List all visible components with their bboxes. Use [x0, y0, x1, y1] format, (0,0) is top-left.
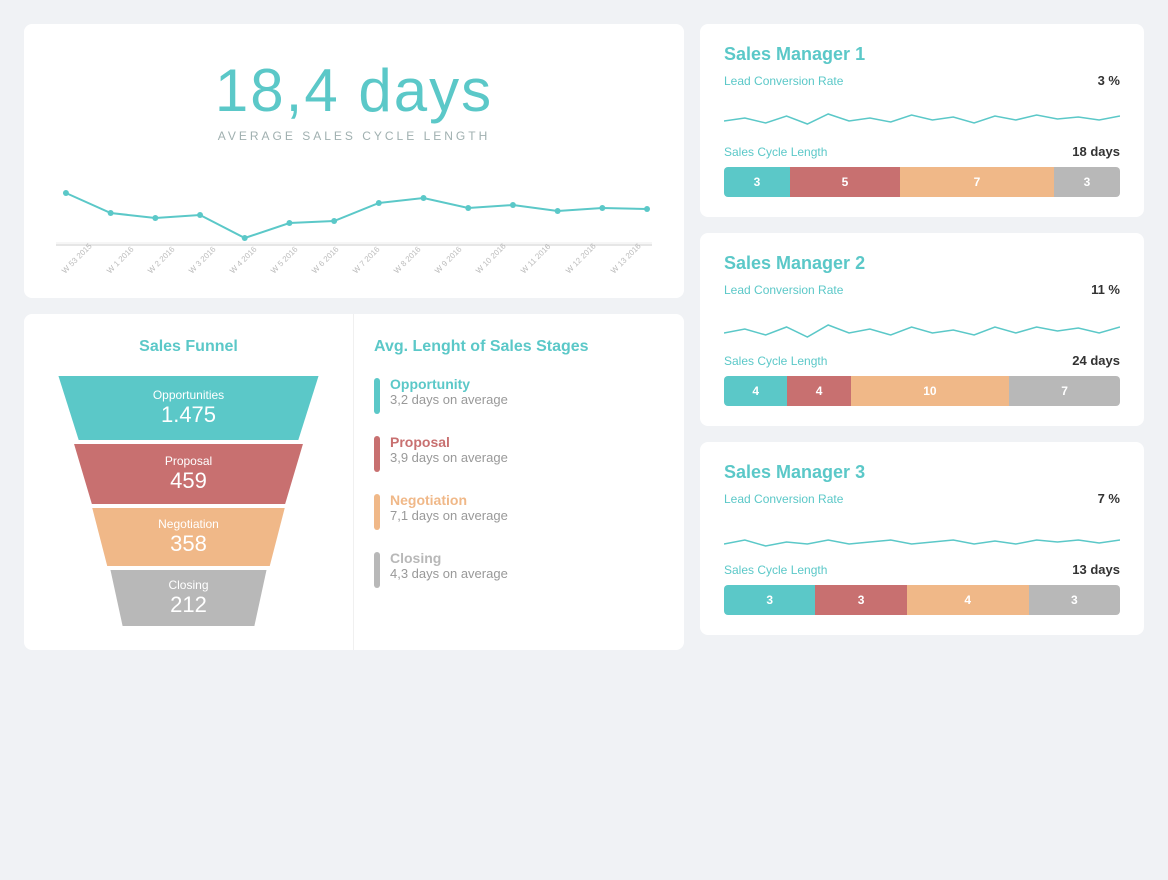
funnel-title: Sales Funnel	[44, 338, 333, 356]
manager-2-stacked-bar: 4 4 10 7	[724, 376, 1120, 406]
bar-seg-3-opp: 3	[724, 585, 815, 615]
managers-column: Sales Manager 1 Lead Conversion Rate 3 %…	[700, 24, 1144, 650]
stage-indicator-closing	[374, 552, 380, 588]
manager-3-card: Sales Manager 3 Lead Conversion Rate 7 %…	[700, 442, 1144, 635]
stage-indicator-negotiation	[374, 494, 380, 530]
manager-3-scl-row: Sales Cycle Length 13 days	[724, 562, 1120, 577]
bar-seg-2-opp: 4	[724, 376, 787, 406]
stage-indicator-opportunity	[374, 378, 380, 414]
manager-2-lcr-value: 11 %	[1091, 282, 1120, 297]
stage-item-opportunity: Opportunity 3,2 days on average	[374, 376, 664, 414]
avg-stages-title: Avg. Lenght of Sales Stages	[374, 338, 664, 356]
bar-seg-1-neg: 7	[900, 167, 1054, 197]
bar-seg-3-neg: 4	[907, 585, 1029, 615]
manager-3-lcr-label: Lead Conversion Rate	[724, 492, 843, 506]
manager-2-scl-value: 24 days	[1072, 353, 1120, 368]
stage-indicator-proposal	[374, 436, 380, 472]
manager-1-stacked-bar: 3 5 7 3	[724, 167, 1120, 197]
manager-2-sparkline	[724, 305, 1120, 345]
bar-seg-2-clos: 7	[1009, 376, 1120, 406]
funnel-step-closing: Closing 212	[102, 570, 275, 626]
bar-seg-2-neg: 10	[851, 376, 1009, 406]
stage-item-closing: Closing 4,3 days on average	[374, 550, 664, 588]
bar-seg-1-opp: 3	[724, 167, 790, 197]
avg-cycle-label: AVERAGE SALES CYCLE LENGTH	[56, 129, 652, 143]
manager-2-scl-row: Sales Cycle Length 24 days	[724, 353, 1120, 368]
bar-seg-3-prop: 3	[815, 585, 906, 615]
manager-1-lcr-row: Lead Conversion Rate 3 %	[724, 73, 1120, 88]
x-axis-labels: W 53 2015 W 1 2016 W 2 2016 W 3 2016 W 4…	[56, 269, 652, 278]
manager-3-title: Sales Manager 3	[724, 462, 1120, 483]
manager-1-card: Sales Manager 1 Lead Conversion Rate 3 %…	[700, 24, 1144, 217]
stage-item-negotiation: Negotiation 7,1 days on average	[374, 492, 664, 530]
bottom-left-card: Sales Funnel Opportunities 1.475 Proposa…	[24, 314, 684, 650]
manager-3-lcr-value: 7 %	[1098, 491, 1120, 506]
manager-2-scl-label: Sales Cycle Length	[724, 354, 827, 368]
avg-stages-section: Avg. Lenght of Sales Stages Opportunity …	[354, 314, 684, 650]
manager-1-lcr-value: 3 %	[1098, 73, 1120, 88]
bar-seg-1-clos: 3	[1054, 167, 1120, 197]
manager-1-lcr-label: Lead Conversion Rate	[724, 74, 843, 88]
stage-item-proposal: Proposal 3,9 days on average	[374, 434, 664, 472]
manager-2-lcr-row: Lead Conversion Rate 11 %	[724, 282, 1120, 297]
avg-cycle-sparkline	[56, 163, 652, 263]
manager-3-stacked-bar: 3 3 4 3	[724, 585, 1120, 615]
bar-seg-1-prop: 5	[790, 167, 900, 197]
manager-1-title: Sales Manager 1	[724, 44, 1120, 65]
avg-cycle-value: 18,4 days	[56, 56, 652, 125]
bar-seg-3-clos: 3	[1029, 585, 1120, 615]
manager-3-scl-label: Sales Cycle Length	[724, 563, 827, 577]
manager-1-scl-label: Sales Cycle Length	[724, 145, 827, 159]
manager-2-lcr-label: Lead Conversion Rate	[724, 283, 843, 297]
manager-3-scl-value: 13 days	[1072, 562, 1120, 577]
funnel-step-negotiation: Negotiation 358	[82, 508, 296, 566]
manager-1-sparkline	[724, 96, 1120, 136]
manager-3-lcr-row: Lead Conversion Rate 7 %	[724, 491, 1120, 506]
bar-seg-2-prop: 4	[787, 376, 850, 406]
sales-funnel-section: Sales Funnel Opportunities 1.475 Proposa…	[24, 314, 354, 650]
funnel-step-opportunities: Opportunities 1.475	[44, 376, 333, 440]
funnel-container: Opportunities 1.475 Proposal 459 Negotia…	[44, 376, 333, 626]
manager-1-scl-row: Sales Cycle Length 18 days	[724, 144, 1120, 159]
funnel-step-proposal: Proposal 459	[61, 444, 315, 504]
manager-3-sparkline	[724, 514, 1120, 554]
manager-1-scl-value: 18 days	[1072, 144, 1120, 159]
manager-2-title: Sales Manager 2	[724, 253, 1120, 274]
manager-2-card: Sales Manager 2 Lead Conversion Rate 11 …	[700, 233, 1144, 426]
avg-cycle-card: 18,4 days AVERAGE SALES CYCLE LENGTH	[24, 24, 684, 298]
